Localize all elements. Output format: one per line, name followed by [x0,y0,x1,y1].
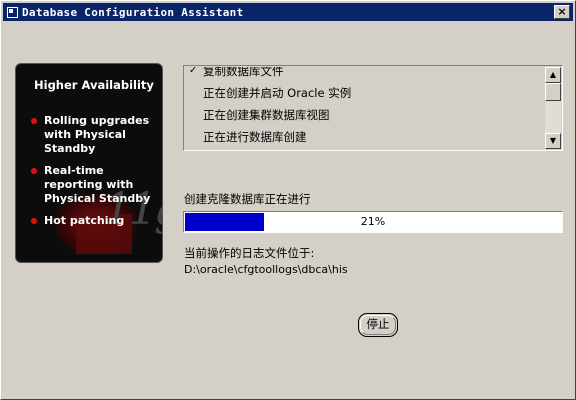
step-label: 正在创建集群数据库视图 [203,108,330,122]
promo-feature-label: Hot patching [44,214,125,227]
step-label: 正在创建并启动 Oracle 实例 [203,86,352,100]
close-button[interactable]: × [554,5,570,19]
stop-button-label: 停止 [366,317,390,331]
log-file-label: 当前操作的日志文件位于: [184,246,315,260]
list-item: ✓ 复制数据库文件 [189,67,351,82]
log-file-path: D:\oracle\cfgtoollogs\dbca\his [184,263,348,276]
scroll-down-button[interactable]: ▼ [545,133,561,149]
step-label: 正在进行数据库创建 [203,130,307,144]
progress-percent: 21% [360,215,386,228]
window-title: Database Configuration Assistant [22,5,244,19]
step-label: 复制数据库文件 [203,67,284,78]
promo-feature-item: Rolling upgrades with Physical Standby [28,114,160,156]
promo-feature-item: Real-time reporting with Physical Standb… [28,164,160,206]
app-icon [6,6,19,19]
scroll-thumb[interactable] [545,83,561,101]
progress-bar: 21% [183,211,563,233]
progress-label: 创建克隆数据库正在进行 [184,192,311,206]
promo-feature-list: Rolling upgrades with Physical Standby R… [28,114,160,236]
red-bullet-icon [31,218,37,224]
steps-list-rows: ✓ 复制数据库文件 正在创建并启动 Oracle 实例 正在创建集群数据库视图 … [189,67,351,148]
promo-panel: 11g Higher Availability Rolling upgrades… [15,63,163,263]
dbca-window: Database Configuration Assistant × 11g H… [0,0,576,400]
close-icon: × [557,5,567,18]
promo-feature-label: Real-time reporting with Physical Standb… [44,164,151,205]
red-bullet-icon [31,118,37,124]
promo-title: Higher Availability [34,78,154,92]
list-item: 正在创建集群数据库视图 [189,104,351,126]
steps-scrollbar[interactable]: ▲ ▼ [545,67,561,149]
list-item: 正在创建并启动 Oracle 实例 [189,82,351,104]
red-bullet-icon [31,168,37,174]
promo-feature-item: Hot patching [28,214,160,228]
list-item: 正在进行数据库创建 [189,126,351,148]
scroll-up-icon: ▲ [549,70,557,79]
scroll-down-icon: ▼ [549,136,557,145]
scroll-up-button[interactable]: ▲ [545,67,561,83]
promo-feature-label: Rolling upgrades with Physical Standby [44,114,150,155]
title-bar[interactable]: Database Configuration Assistant × [3,3,573,21]
stop-button[interactable]: 停止 [358,313,398,337]
steps-list[interactable]: ✓ 复制数据库文件 正在创建并启动 Oracle 实例 正在创建集群数据库视图 … [183,65,563,151]
check-icon: ✓ [189,67,198,76]
steps-list-viewport: ✓ 复制数据库文件 正在创建并启动 Oracle 实例 正在创建集群数据库视图 … [185,67,545,149]
